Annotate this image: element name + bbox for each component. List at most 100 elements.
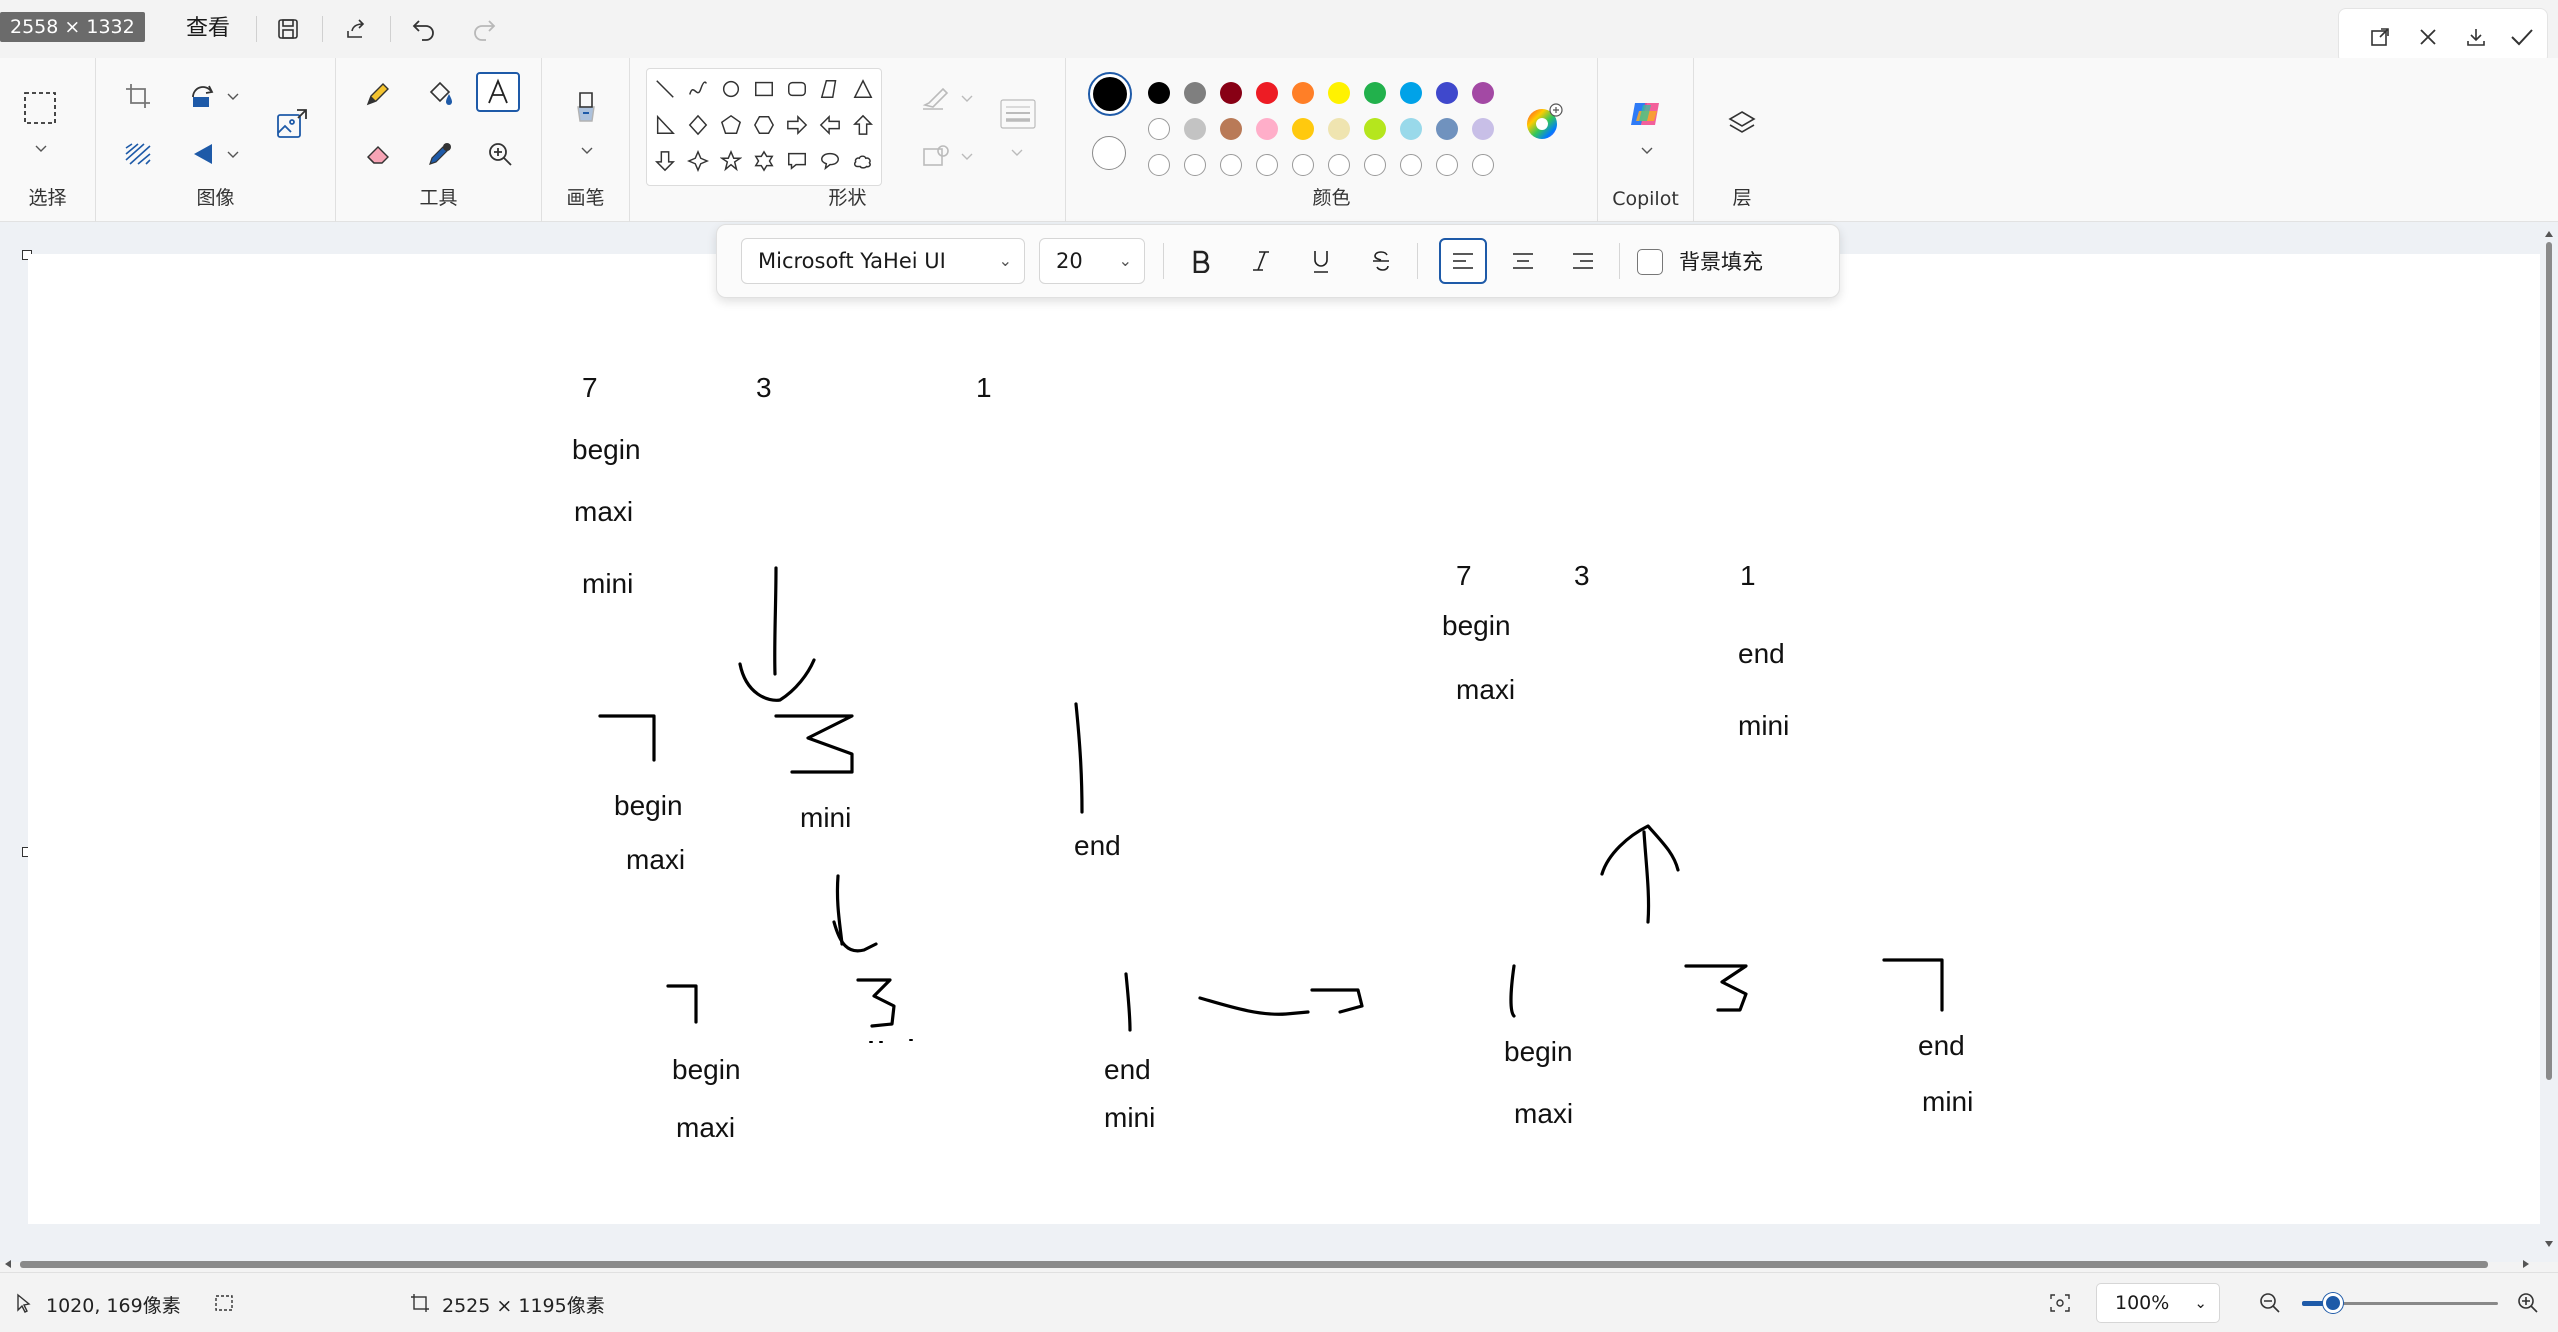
italic-button[interactable]	[1237, 238, 1285, 284]
color-swatch[interactable]	[1472, 82, 1494, 104]
confirm-check-icon[interactable]	[2505, 21, 2539, 53]
layers-icon[interactable]	[1720, 104, 1764, 144]
undo-icon[interactable]	[406, 12, 442, 46]
diamond-shape-icon[interactable]	[682, 109, 714, 141]
open-external-icon[interactable]	[2363, 21, 2397, 53]
empty-color-slot[interactable]	[1436, 154, 1458, 176]
secondary-color-swatch[interactable]	[1092, 136, 1126, 170]
color-swatch[interactable]	[1400, 82, 1422, 104]
bold-button[interactable]	[1177, 238, 1225, 284]
empty-color-slot[interactable]	[1256, 154, 1278, 176]
color-swatch[interactable]	[1184, 82, 1206, 104]
align-center-button[interactable]	[1499, 238, 1547, 284]
empty-color-slot[interactable]	[1364, 154, 1386, 176]
eraser-icon[interactable]	[356, 134, 400, 174]
chevron-down-icon[interactable]	[1010, 146, 1024, 160]
color-swatch[interactable]	[1184, 118, 1206, 140]
rounded-rectangle-shape-icon[interactable]	[781, 73, 813, 105]
empty-color-slot[interactable]	[1472, 154, 1494, 176]
color-swatch[interactable]	[1400, 118, 1422, 140]
empty-color-slot[interactable]	[1220, 154, 1242, 176]
color-swatch[interactable]	[1436, 82, 1458, 104]
up-arrow-shape-icon[interactable]	[847, 109, 879, 141]
strikethrough-button[interactable]	[1357, 238, 1405, 284]
chevron-down-icon[interactable]	[580, 144, 594, 158]
text-tool-icon[interactable]	[476, 72, 520, 112]
vertical-scrollbar[interactable]	[2540, 228, 2558, 1262]
polygon-shape-icon[interactable]	[814, 73, 846, 105]
zoom-slider-thumb[interactable]	[2323, 1293, 2344, 1313]
five-point-star-shape-icon[interactable]	[715, 145, 747, 177]
background-fill-checkbox[interactable]	[1637, 249, 1663, 275]
color-swatch[interactable]	[1148, 118, 1170, 140]
right-arrow-shape-icon[interactable]	[781, 109, 813, 141]
chevron-down-icon[interactable]	[960, 150, 974, 164]
vertical-scroll-thumb[interactable]	[2546, 242, 2552, 1080]
oval-shape-icon[interactable]	[715, 73, 747, 105]
chevron-down-icon[interactable]	[960, 92, 974, 106]
empty-color-slot[interactable]	[1292, 154, 1314, 176]
four-point-star-shape-icon[interactable]	[682, 145, 714, 177]
align-right-button[interactable]	[1559, 238, 1607, 284]
font-family-select[interactable]: Microsoft YaHei UI ⌄	[741, 238, 1025, 284]
chevron-down-icon[interactable]	[1640, 144, 1654, 158]
empty-color-slot[interactable]	[1184, 154, 1206, 176]
color-swatch[interactable]	[1256, 118, 1278, 140]
copilot-icon[interactable]	[1624, 94, 1668, 134]
color-swatch[interactable]	[1364, 118, 1386, 140]
drawing-canvas[interactable]: 7 3 1 begin maxi mini begin maxi mini en…	[28, 254, 2540, 1224]
menu-view[interactable]: 查看	[186, 14, 230, 44]
horizontal-scroll-thumb[interactable]	[20, 1261, 2488, 1268]
image-resize-icon[interactable]	[270, 104, 314, 144]
download-icon[interactable]	[2459, 21, 2493, 53]
chevron-down-icon[interactable]	[34, 142, 48, 156]
empty-color-slot[interactable]	[1400, 154, 1422, 176]
color-swatch[interactable]	[1148, 82, 1170, 104]
hexagon-shape-icon[interactable]	[748, 109, 780, 141]
color-swatch[interactable]	[1292, 82, 1314, 104]
fit-to-window-icon[interactable]	[2046, 1289, 2074, 1317]
select-rectangle-icon[interactable]	[18, 88, 62, 128]
edit-colors-icon[interactable]	[1522, 102, 1566, 142]
chevron-down-icon[interactable]	[226, 90, 240, 104]
empty-color-slot[interactable]	[1148, 154, 1170, 176]
rotate-icon[interactable]	[182, 76, 226, 116]
six-point-star-shape-icon[interactable]	[748, 145, 780, 177]
font-size-select[interactable]: 20 ⌄	[1039, 238, 1145, 284]
color-picker-icon[interactable]	[418, 134, 462, 174]
color-swatch[interactable]	[1328, 82, 1350, 104]
down-arrow-shape-icon[interactable]	[649, 145, 681, 177]
right-triangle-shape-icon[interactable]	[649, 109, 681, 141]
flip-icon[interactable]	[182, 134, 226, 174]
oval-callout-shape-icon[interactable]	[814, 145, 846, 177]
shape-fill-icon[interactable]	[914, 136, 958, 176]
brush-icon[interactable]	[564, 88, 608, 128]
triangle-shape-icon[interactable]	[847, 73, 879, 105]
color-swatch[interactable]	[1436, 118, 1458, 140]
background-remove-icon[interactable]	[116, 134, 160, 174]
color-swatch[interactable]	[1472, 118, 1494, 140]
pencil-icon[interactable]	[356, 74, 400, 114]
line-width-icon[interactable]	[996, 94, 1040, 134]
zoom-in-icon[interactable]	[2514, 1289, 2542, 1317]
share-icon[interactable]	[338, 12, 374, 46]
align-left-button[interactable]	[1439, 238, 1487, 284]
cloud-callout-shape-icon[interactable]	[847, 145, 879, 177]
underline-button[interactable]	[1297, 238, 1345, 284]
rectangle-shape-icon[interactable]	[748, 73, 780, 105]
chevron-down-icon[interactable]	[226, 148, 240, 162]
crop-icon[interactable]	[116, 76, 160, 116]
rect-callout-shape-icon[interactable]	[781, 145, 813, 177]
shape-outline-icon[interactable]	[914, 78, 958, 118]
color-swatch[interactable]	[1364, 82, 1386, 104]
redo-icon[interactable]	[466, 12, 502, 46]
line-shape-icon[interactable]	[649, 73, 681, 105]
curve-shape-icon[interactable]	[682, 73, 714, 105]
close-icon[interactable]	[2411, 21, 2445, 53]
left-arrow-shape-icon[interactable]	[814, 109, 846, 141]
magnifier-icon[interactable]	[478, 134, 522, 174]
color-swatch[interactable]	[1220, 82, 1242, 104]
color-swatch[interactable]	[1220, 118, 1242, 140]
zoom-level-select[interactable]: 100% ⌄	[2096, 1283, 2220, 1323]
empty-color-slot[interactable]	[1328, 154, 1350, 176]
